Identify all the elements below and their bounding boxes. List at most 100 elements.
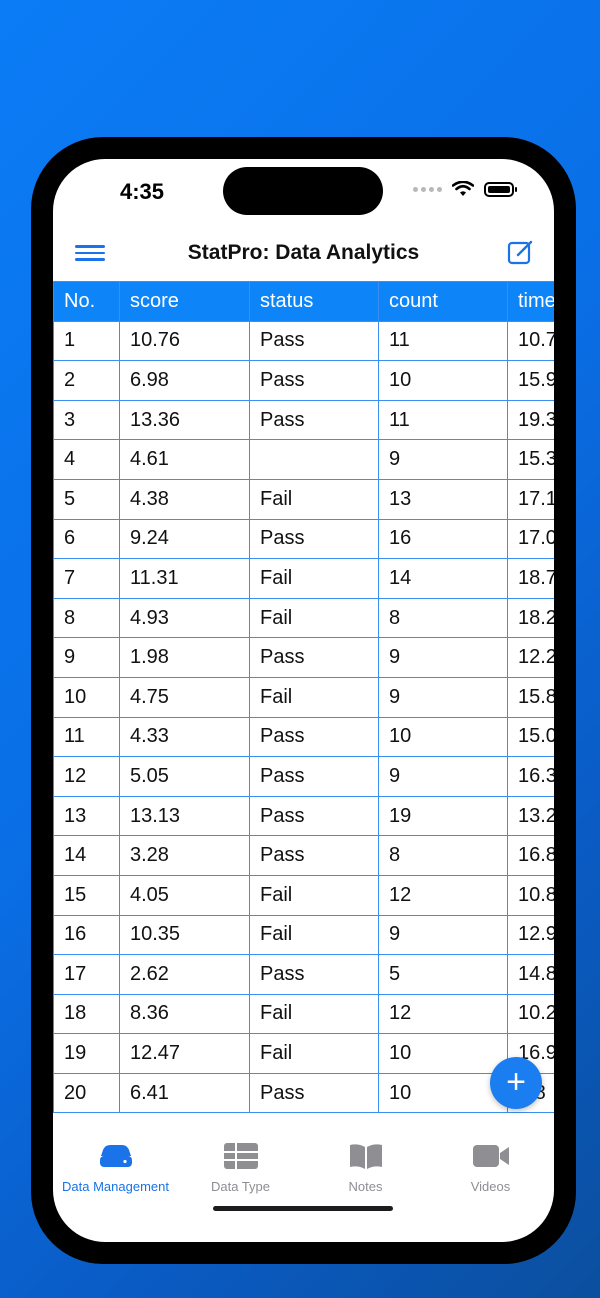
table-cell[interactable]: 8: [378, 835, 508, 876]
table-row[interactable]: 19 12.47 Fail 10 16.9: [53, 1033, 554, 1074]
table-cell[interactable]: 2: [53, 360, 120, 401]
table-cell[interactable]: 14.8: [507, 954, 554, 995]
table-cell[interactable]: 6: [53, 518, 120, 560]
table-cell[interactable]: Pass: [249, 399, 379, 441]
table-cell[interactable]: 9: [378, 676, 508, 718]
table-cell[interactable]: 5: [378, 954, 508, 995]
table-cell[interactable]: Fail: [249, 478, 379, 520]
table-row[interactable]: 9 1.98 Pass 9 12.2: [53, 637, 554, 678]
tab-videos[interactable]: Videos: [428, 1139, 553, 1199]
table-cell[interactable]: Fail: [249, 993, 379, 1035]
table-cell[interactable]: 10: [378, 1072, 508, 1114]
table-cell[interactable]: Fail: [249, 874, 379, 916]
table-row[interactable]: 11 4.33 Pass 10 15.0: [53, 716, 554, 758]
table-row[interactable]: 206.41Pass105.8: [53, 1072, 554, 1114]
table-cell[interactable]: 15.8: [507, 676, 554, 718]
table-cell[interactable]: 11: [378, 320, 508, 362]
tab-data-type[interactable]: Data Type: [178, 1139, 303, 1199]
table-cell[interactable]: 10: [378, 360, 508, 401]
table-cell[interactable]: 9.24: [119, 518, 250, 560]
table-cell[interactable]: Pass: [249, 360, 379, 401]
table-cell[interactable]: 8.36: [119, 993, 250, 1035]
table-cell[interactable]: 3: [53, 399, 120, 441]
table-row[interactable]: 10 4.75 Fail 9 15.8: [53, 676, 554, 718]
tab-data-management[interactable]: Data Management: [53, 1139, 178, 1199]
table-cell[interactable]: 8: [378, 597, 508, 639]
table-row[interactable]: 7 11.31 Fail 14 18.7: [53, 558, 554, 599]
table-cell[interactable]: 10: [53, 676, 120, 718]
table-cell[interactable]: 18.7: [507, 558, 554, 599]
table-row[interactable]: 15 4.05 Fail 12 10.8: [53, 874, 554, 916]
table-cell[interactable]: 13.36: [119, 399, 250, 441]
table-cell[interactable]: 13: [53, 795, 120, 837]
table-cell[interactable]: Pass: [249, 320, 379, 362]
table-cell[interactable]: 15: [53, 874, 120, 916]
table-cell[interactable]: 19: [378, 795, 508, 837]
table-cell[interactable]: 10: [378, 716, 508, 758]
table-cell[interactable]: 4.33: [119, 716, 250, 758]
table-cell[interactable]: 19.3: [507, 399, 554, 441]
table-cell[interactable]: 13.2: [507, 795, 554, 837]
column-header-count[interactable]: count: [378, 281, 508, 322]
table-cell[interactable]: 12: [53, 756, 120, 797]
table-cell[interactable]: 6.41: [119, 1072, 250, 1114]
table-cell[interactable]: Pass: [249, 756, 379, 797]
table-cell[interactable]: 17: [53, 954, 120, 995]
table-row[interactable]: 2 6.98 Pass 10 15.9: [53, 360, 554, 401]
table-cell[interactable]: 12.9: [507, 914, 554, 956]
table-cell[interactable]: Pass: [249, 835, 379, 876]
table-cell[interactable]: 7: [53, 558, 120, 599]
table-row[interactable]: 3 13.36 Pass 11 19.3: [53, 399, 554, 441]
table-cell[interactable]: 17.0: [507, 518, 554, 560]
table-cell[interactable]: Pass: [249, 716, 379, 758]
table-cell[interactable]: 10.76: [119, 320, 250, 362]
table-cell[interactable]: Pass: [249, 1072, 379, 1114]
table-cell[interactable]: 9: [378, 914, 508, 956]
table-cell[interactable]: Fail: [249, 1033, 379, 1074]
table-cell[interactable]: 13: [378, 478, 508, 520]
table-cell[interactable]: Pass: [249, 954, 379, 995]
table-cell[interactable]: Pass: [249, 518, 379, 560]
column-header-no[interactable]: No.: [53, 281, 120, 322]
table-cell[interactable]: 9: [53, 637, 120, 678]
table-cell[interactable]: Fail: [249, 597, 379, 639]
table-cell[interactable]: 1.98: [119, 637, 250, 678]
table-cell[interactable]: Pass: [249, 795, 379, 837]
table-cell[interactable]: 16.3: [507, 756, 554, 797]
table-cell[interactable]: 16: [378, 518, 508, 560]
table-cell[interactable]: 20: [53, 1072, 120, 1114]
table-cell[interactable]: 4.93: [119, 597, 250, 639]
table-cell[interactable]: 18: [53, 993, 120, 1035]
table-cell[interactable]: [249, 439, 379, 480]
table-cell[interactable]: 5.05: [119, 756, 250, 797]
column-header-time[interactable]: time: [507, 281, 554, 322]
table-cell[interactable]: Fail: [249, 914, 379, 956]
table-row[interactable]: 6 9.24 Pass 16 17.0: [53, 518, 554, 560]
table-row[interactable]: 1 10.76 Pass 11 10.7: [53, 320, 554, 362]
table-cell[interactable]: 13.13: [119, 795, 250, 837]
table-cell[interactable]: 4.61: [119, 439, 250, 480]
table-cell[interactable]: 16.8: [507, 835, 554, 876]
table-row[interactable]: 13 13.13 Pass 19 13.2: [53, 795, 554, 837]
table-cell[interactable]: 19: [53, 1033, 120, 1074]
table-row[interactable]: 18 8.36 Fail 12 10.2: [53, 993, 554, 1035]
table-cell[interactable]: Fail: [249, 676, 379, 718]
table-row[interactable]: 17 2.62 Pass 5 14.8: [53, 954, 554, 995]
table-cell[interactable]: 12.47: [119, 1033, 250, 1074]
column-header-status[interactable]: status: [249, 281, 379, 322]
table-cell[interactable]: Pass: [249, 637, 379, 678]
table-row[interactable]: 16 10.35 Fail 9 12.9: [53, 914, 554, 956]
table-cell[interactable]: 11: [53, 716, 120, 758]
table-cell[interactable]: 10.2: [507, 993, 554, 1035]
table-cell[interactable]: 16: [53, 914, 120, 956]
table-cell[interactable]: 4: [53, 439, 120, 480]
data-table-container[interactable]: No. score status count time 1 10.76 Pass 11 10.7…: [53, 281, 554, 1116]
table-row[interactable]: 4 4.61 9 15.3: [53, 439, 554, 480]
table-cell[interactable]: 8: [53, 597, 120, 639]
table-cell[interactable]: 12: [378, 874, 508, 916]
table-cell[interactable]: 4.38: [119, 478, 250, 520]
table-cell[interactable]: 10: [378, 1033, 508, 1074]
column-header-score[interactable]: score: [119, 281, 250, 322]
table-cell[interactable]: 5: [53, 478, 120, 520]
table-cell[interactable]: 14: [53, 835, 120, 876]
